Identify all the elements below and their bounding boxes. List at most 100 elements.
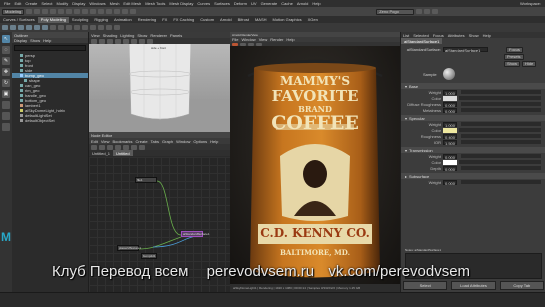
- attr-node-tab[interactable]: aiStandardSurface1: [401, 38, 443, 44]
- textured-icon[interactable]: [123, 38, 129, 44]
- render-icon[interactable]: [114, 9, 121, 14]
- full-mode-icon[interactable]: [131, 144, 137, 150]
- menu-file[interactable]: File: [4, 1, 10, 6]
- graph-input-output-icon[interactable]: [91, 144, 97, 150]
- paint-select-icon[interactable]: ✎: [2, 57, 10, 65]
- poly-plane-icon[interactable]: [42, 25, 48, 30]
- ior-slider[interactable]: [461, 140, 541, 144]
- node-menu-view[interactable]: View: [101, 139, 110, 144]
- copy-tab-button[interactable]: Copy Tab: [499, 281, 544, 290]
- poly-cone-icon[interactable]: [26, 25, 32, 30]
- node-place2dtexture[interactable]: place2dTexture1: [117, 245, 141, 251]
- modeling-viewport[interactable]: View Shading Lighting Show Renderer Pane…: [89, 32, 230, 132]
- rotate-tool-icon[interactable]: ↻: [2, 79, 10, 87]
- lasso-tool-icon[interactable]: ◌: [2, 46, 10, 54]
- node-file[interactable]: file1: [135, 177, 157, 183]
- shelf-tab-curves[interactable]: Curves / Surfaces: [0, 17, 38, 23]
- transmission-color-slider[interactable]: [459, 160, 541, 164]
- specular-color-slider[interactable]: [459, 128, 541, 132]
- shelf-tab-mash[interactable]: MASH: [252, 17, 270, 23]
- attr-menu-selected[interactable]: Selected: [413, 33, 429, 38]
- menu-mesh[interactable]: Mesh: [110, 1, 120, 6]
- node-menu-edit[interactable]: Edit: [91, 139, 98, 144]
- mirror-icon[interactable]: [114, 25, 120, 30]
- menu-display[interactable]: Display: [72, 1, 85, 6]
- select-hierarchy-icon[interactable]: [66, 9, 73, 14]
- shelf-tab-rigging[interactable]: Rigging: [91, 17, 111, 23]
- attr-menu-attributes[interactable]: Attributes: [448, 33, 465, 38]
- shelf-tab-custom[interactable]: Custom: [197, 17, 217, 23]
- select-object-icon[interactable]: [74, 9, 81, 14]
- snap-grid-icon[interactable]: [90, 9, 97, 14]
- wireframe-icon[interactable]: [107, 38, 113, 44]
- node-menu-window[interactable]: Window: [176, 139, 190, 144]
- weight-slider[interactable]: [461, 90, 541, 94]
- node-menu-tabs[interactable]: Tabs: [151, 139, 159, 144]
- select-component-icon[interactable]: [82, 9, 89, 14]
- render-menu-render[interactable]: Render: [270, 37, 283, 42]
- shelf-tab-motion-graphics[interactable]: Motion Graphics: [270, 17, 305, 23]
- save-scene-icon[interactable]: [42, 9, 49, 14]
- poly-torus-icon[interactable]: [34, 25, 40, 30]
- viewport-menu-shading[interactable]: Shading: [103, 33, 118, 38]
- viewport-menu-show[interactable]: Show: [137, 33, 147, 38]
- simple-mode-icon[interactable]: [115, 144, 121, 150]
- menu-help[interactable]: Help: [312, 1, 320, 6]
- new-scene-icon[interactable]: [26, 9, 33, 14]
- render-menu-help[interactable]: Help: [286, 37, 294, 42]
- attr-menu-help[interactable]: Help: [483, 33, 491, 38]
- node-menu-create[interactable]: Create: [136, 139, 148, 144]
- attr-menu-show[interactable]: Show: [469, 33, 479, 38]
- shelf-tab-arnold[interactable]: Arnold: [217, 17, 235, 23]
- ipr-render-icon[interactable]: [122, 9, 129, 14]
- select-button[interactable]: Select: [403, 281, 448, 290]
- mode-dropdown[interactable]: Modeling: [2, 8, 25, 15]
- node-tab-untitled[interactable]: Untitled: [113, 150, 133, 156]
- presets-button[interactable]: Presets: [504, 53, 524, 60]
- target-weld-icon[interactable]: [98, 25, 104, 30]
- grid-snap-icon[interactable]: [139, 144, 145, 150]
- menu-arnold[interactable]: Arnold: [297, 1, 309, 6]
- menu-edit[interactable]: Edit: [14, 1, 21, 6]
- live-surface-field[interactable]: Zeno Pogo: [376, 8, 415, 15]
- attr-menu-focus[interactable]: Focus: [433, 33, 444, 38]
- node-menu-bookmarks[interactable]: Bookmarks: [113, 139, 133, 144]
- focus-button[interactable]: Focus: [506, 46, 523, 53]
- shelf-tab-poly-modeling[interactable]: Poly Modeling: [37, 16, 69, 23]
- hide-button[interactable]: Hide: [522, 60, 537, 67]
- menu-create[interactable]: Create: [25, 1, 37, 6]
- render-menu-view[interactable]: View: [259, 37, 268, 42]
- menu-mesh-tools[interactable]: Mesh Tools: [145, 1, 165, 6]
- smooth-shade-icon[interactable]: [115, 38, 121, 44]
- transmission-color-swatch[interactable]: [443, 159, 457, 165]
- four-view-icon[interactable]: [2, 112, 10, 120]
- move-tool-icon[interactable]: ✥: [2, 68, 10, 76]
- menu-generate[interactable]: Generate: [261, 1, 278, 6]
- shelf-tab-fx[interactable]: FX: [159, 17, 170, 23]
- menu-surfaces[interactable]: Surfaces: [214, 1, 230, 6]
- xray-icon[interactable]: [147, 38, 153, 44]
- base-color-swatch[interactable]: [443, 95, 457, 101]
- viewport-menu-panels[interactable]: Panels: [170, 33, 182, 38]
- transmission-depth-slider[interactable]: [461, 166, 541, 170]
- load-attributes-button[interactable]: Load Attributes: [451, 281, 496, 290]
- node-tab-untitled-1[interactable]: Untitled_1: [89, 150, 113, 156]
- menu-modify[interactable]: Modify: [57, 1, 69, 6]
- outliner-menu-show[interactable]: Show: [30, 38, 40, 43]
- viewport-menu-renderer[interactable]: Renderer: [150, 33, 167, 38]
- smooth-icon[interactable]: [106, 25, 112, 30]
- attr-menu-list[interactable]: List: [403, 33, 409, 38]
- scale-tool-icon[interactable]: ▣: [2, 90, 10, 98]
- menu-mesh-display[interactable]: Mesh Display: [169, 1, 193, 6]
- specular-roughness-slider[interactable]: [461, 134, 541, 138]
- frame-all-icon[interactable]: [107, 144, 113, 150]
- connected-mode-icon[interactable]: [123, 144, 129, 150]
- redo-icon[interactable]: [58, 9, 65, 14]
- specular-color-swatch[interactable]: [443, 127, 457, 133]
- snap-curve-icon[interactable]: [98, 9, 105, 14]
- node-menu-options[interactable]: Options: [193, 139, 207, 144]
- outliner-search-input[interactable]: [14, 45, 86, 51]
- render-menu-window[interactable]: Window: [241, 37, 255, 42]
- render-settings-icon[interactable]: [130, 9, 137, 14]
- node-bump2d[interactable]: bump2d1: [141, 253, 157, 259]
